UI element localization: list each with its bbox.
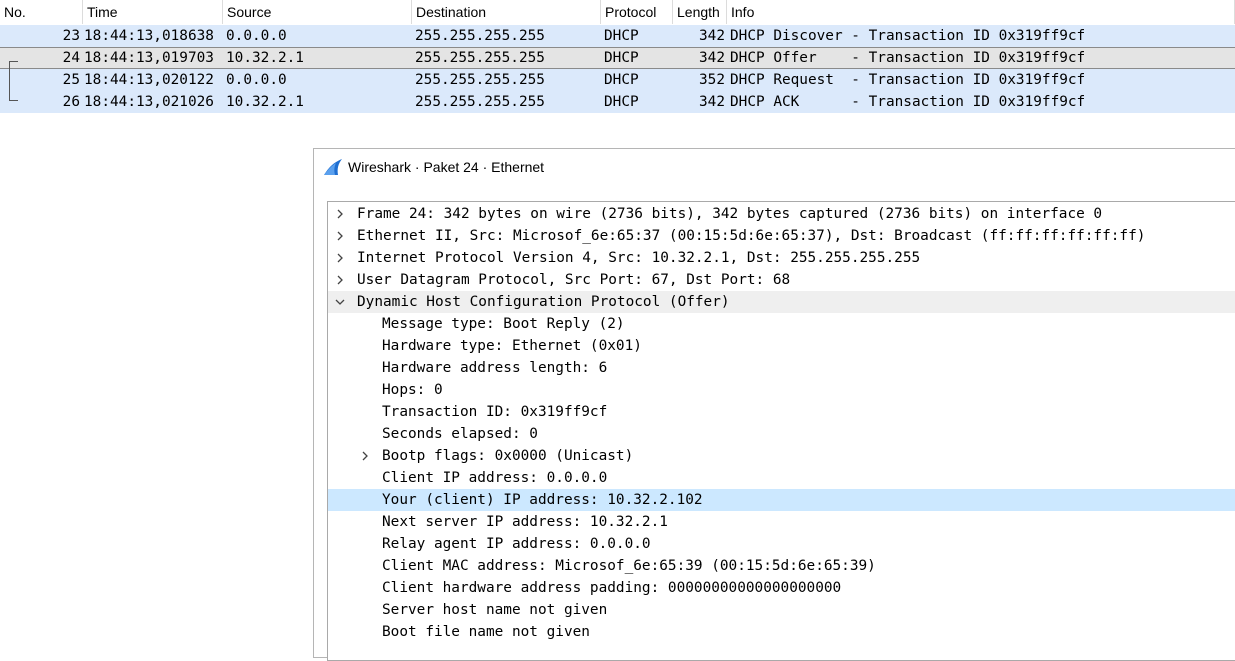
packet-cell-info: DHCP Request - Transaction ID 0x319ff9cf xyxy=(730,72,1086,88)
tree-item[interactable]: Client MAC address: Microsof_6e:65:39 (0… xyxy=(328,555,1235,577)
packet-cell-length: 342 xyxy=(699,50,725,66)
packet-row[interactable]: 23 18:44:13,018638 0.0.0.0 255.255.255.255 D… xyxy=(0,25,1235,47)
tree-item-selected[interactable]: Your (client) IP address: 10.32.2.102 xyxy=(328,489,1235,511)
tree-item[interactable]: Internet Protocol Version 4, Src: 10.32.… xyxy=(328,247,1235,269)
tree-item-label: Message type: Boot Reply (2) xyxy=(382,316,625,332)
chevron-right-icon[interactable] xyxy=(333,203,347,225)
packet-row-selected[interactable]: 24 18:44:13,019703 10.32.2.1 255.255.255.25… xyxy=(0,47,1235,69)
packet-cell-destination: 255.255.255.255 xyxy=(415,50,545,66)
chevron-right-icon[interactable] xyxy=(333,225,347,247)
packet-cell-time: 18:44:13,019703 xyxy=(84,50,214,66)
tree-item-label: Seconds elapsed: 0 xyxy=(382,426,538,442)
tree-item-label: User Datagram Protocol, Src Port: 67, Ds… xyxy=(357,272,791,288)
packet-cell-info: DHCP Offer - Transaction ID 0x319ff9cf xyxy=(730,50,1086,66)
packet-cell-no: 26 xyxy=(62,94,80,110)
packet-cell-length: 342 xyxy=(699,28,725,44)
window-titlebar[interactable]: Wireshark · Paket 24 · Ethernet xyxy=(314,149,1235,185)
packet-detail-window: Wireshark · Paket 24 · Ethernet Frame 24… xyxy=(313,148,1235,661)
packet-cell-info: DHCP ACK - Transaction ID 0x319ff9cf xyxy=(730,94,1086,110)
tree-item-label: Client IP address: 0.0.0.0 xyxy=(382,470,608,486)
chevron-down-icon[interactable] xyxy=(333,291,347,313)
tree-item[interactable]: Client hardware address padding: 0000000… xyxy=(328,577,1235,599)
packet-row[interactable]: 25 18:44:13,020122 0.0.0.0 255.255.255.255 D… xyxy=(0,69,1235,91)
column-header-no[interactable]: No. xyxy=(0,0,83,24)
tree-item-label: Transaction ID: 0x319ff9cf xyxy=(382,404,608,420)
packet-cell-no: 23 xyxy=(62,28,80,44)
tree-item-label: Client MAC address: Microsof_6e:65:39 (0… xyxy=(382,558,876,574)
packet-list: No. Time Source Destination Protocol Length In… xyxy=(0,0,1235,113)
tree-item-label: Hops: 0 xyxy=(382,382,443,398)
tree-item[interactable]: Hardware address length: 6 xyxy=(328,357,1235,379)
chevron-right-icon[interactable] xyxy=(358,445,372,467)
tree-item[interactable]: Next server IP address: 10.32.2.1 xyxy=(328,511,1235,533)
packet-cell-protocol: DHCP xyxy=(604,50,639,66)
packet-cell-length: 352 xyxy=(699,72,725,88)
packet-cell-source: 10.32.2.1 xyxy=(226,50,304,66)
tree-item[interactable]: Message type: Boot Reply (2) xyxy=(328,313,1235,335)
tree-item-label: Internet Protocol Version 4, Src: 10.32.… xyxy=(357,250,921,266)
tree-item[interactable]: Boot file name not given xyxy=(328,621,1235,643)
tree-item[interactable]: Seconds elapsed: 0 xyxy=(328,423,1235,445)
tree-item[interactable]: Hops: 0 xyxy=(328,379,1235,401)
packet-cell-time: 18:44:13,020122 xyxy=(84,72,214,88)
tree-item-label: Your (client) IP address: 10.32.2.102 xyxy=(382,492,703,508)
tree-item-label: Client hardware address padding: 0000000… xyxy=(382,580,842,596)
tree-item-label: Server host name not given xyxy=(382,602,608,618)
packet-detail-tree: Frame 24: 342 bytes on wire (2736 bits),… xyxy=(327,201,1235,661)
tree-item[interactable]: Relay agent IP address: 0.0.0.0 xyxy=(328,533,1235,555)
packet-cell-info: DHCP Discover - Transaction ID 0x319ff9c… xyxy=(730,28,1086,44)
chevron-right-icon[interactable] xyxy=(333,247,347,269)
column-header-protocol[interactable]: Protocol xyxy=(601,0,673,24)
packet-cell-source: 0.0.0.0 xyxy=(226,72,287,88)
tree-item[interactable]: User Datagram Protocol, Src Port: 67, Ds… xyxy=(328,269,1235,291)
window-title: Wireshark · Paket 24 · Ethernet xyxy=(348,159,545,175)
tree-item-label: Hardware address length: 6 xyxy=(382,360,608,376)
conversation-bracket-line xyxy=(9,61,18,62)
tree-item-label: Boot file name not given xyxy=(382,624,590,640)
tree-item[interactable]: Frame 24: 342 bytes on wire (2736 bits),… xyxy=(328,203,1235,225)
tree-item[interactable]: Server host name not given xyxy=(328,599,1235,621)
packet-cell-destination: 255.255.255.255 xyxy=(415,94,545,110)
tree-item-label: Relay agent IP address: 0.0.0.0 xyxy=(382,536,651,552)
tree-item[interactable]: Dynamic Host Configuration Protocol (Off… xyxy=(328,291,1235,313)
packet-cell-no: 24 xyxy=(62,50,80,66)
column-header-length[interactable]: Length xyxy=(673,0,727,24)
column-header-source[interactable]: Source xyxy=(223,0,412,24)
column-header-time[interactable]: Time xyxy=(83,0,223,24)
tree-item-label: Ethernet II, Src: Microsof_6e:65:37 (00:… xyxy=(357,228,1146,244)
tree-item-label: Hardware type: Ethernet (0x01) xyxy=(382,338,642,354)
packet-cell-protocol: DHCP xyxy=(604,94,639,110)
tree-item-label: Dynamic Host Configuration Protocol (Off… xyxy=(357,294,730,310)
conversation-bracket-line xyxy=(9,100,18,101)
packet-cell-length: 342 xyxy=(699,94,725,110)
tree-item[interactable]: Client IP address: 0.0.0.0 xyxy=(328,467,1235,489)
column-header-destination[interactable]: Destination xyxy=(412,0,601,24)
packet-cell-no: 25 xyxy=(62,72,80,88)
packet-cell-source: 10.32.2.1 xyxy=(226,94,304,110)
packet-cell-protocol: DHCP xyxy=(604,72,639,88)
packet-row[interactable]: 26 18:44:13,021026 10.32.2.1 255.255.255.25… xyxy=(0,91,1235,113)
packet-cell-destination: 255.255.255.255 xyxy=(415,28,545,44)
tree-item-label: Bootp flags: 0x0000 (Unicast) xyxy=(382,448,634,464)
conversation-bracket-line xyxy=(9,61,10,100)
chevron-right-icon[interactable] xyxy=(333,269,347,291)
packet-list-header: No. Time Source Destination Protocol Length In… xyxy=(0,0,1235,24)
packet-cell-time: 18:44:13,021026 xyxy=(84,94,214,110)
tree-item[interactable]: Ethernet II, Src: Microsof_6e:65:37 (00:… xyxy=(328,225,1235,247)
packet-cell-destination: 255.255.255.255 xyxy=(415,72,545,88)
tree-item[interactable]: Hardware type: Ethernet (0x01) xyxy=(328,335,1235,357)
tree-item-label: Frame 24: 342 bytes on wire (2736 bits),… xyxy=(357,206,1103,222)
tree-item[interactable]: Transaction ID: 0x319ff9cf xyxy=(328,401,1235,423)
packet-cell-source: 0.0.0.0 xyxy=(226,28,287,44)
packet-cell-protocol: DHCP xyxy=(604,28,639,44)
wireshark-fin-icon xyxy=(324,159,342,175)
packet-cell-time: 18:44:13,018638 xyxy=(84,28,214,44)
column-header-info[interactable]: Info xyxy=(727,0,1235,24)
tree-item-label: Next server IP address: 10.32.2.1 xyxy=(382,514,668,530)
tree-item[interactable]: Bootp flags: 0x0000 (Unicast) xyxy=(328,445,1235,467)
